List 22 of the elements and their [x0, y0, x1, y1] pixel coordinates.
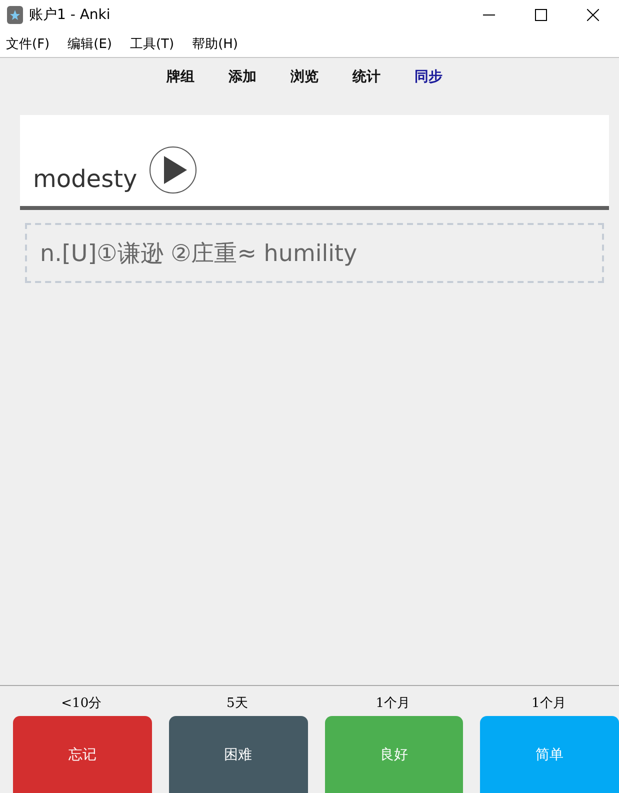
app-icon	[7, 6, 23, 24]
interval-label: 5天	[226, 695, 248, 713]
play-icon[interactable]	[149, 146, 198, 194]
menu-item[interactable]: 编辑(E)	[64, 34, 122, 52]
answer-text: n.[U]①谦逊 ②庄重≈ humility	[40, 240, 358, 268]
toolbar-link[interactable]: 统计	[352, 68, 380, 86]
toolbar-link[interactable]: 添加	[228, 68, 256, 86]
toolbar-link[interactable]: 浏览	[290, 68, 318, 86]
interval-label: 1个月	[531, 695, 566, 713]
answer-button[interactable]: 困难	[168, 716, 308, 793]
window-title: 账户1 - Anki	[29, 6, 112, 24]
maximize-icon	[535, 9, 547, 21]
menu-item[interactable]: 文件(F)	[2, 34, 60, 52]
interval-label: 1个月	[376, 695, 410, 713]
menu-item[interactable]: 帮助(H)	[188, 34, 248, 52]
answer-button[interactable]: 忘记	[13, 716, 152, 793]
card-front-text: modesty	[33, 164, 138, 194]
close-icon	[587, 9, 599, 21]
interval-label: <10分	[61, 695, 102, 713]
toolbar-link[interactable]: 牌组	[166, 68, 194, 86]
menu-item[interactable]: 工具(T)	[126, 34, 184, 52]
toolbar-link[interactable]: 同步	[414, 68, 442, 86]
